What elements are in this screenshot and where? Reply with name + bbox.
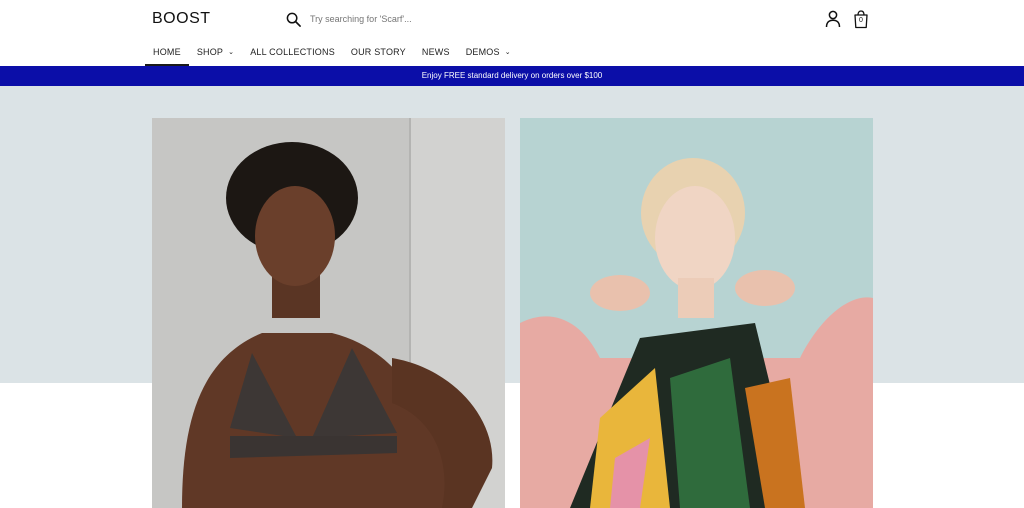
nav-shop-label: SHOP: [196, 47, 224, 57]
collection-tile-swimwear[interactable]: [152, 118, 505, 508]
nav-home[interactable]: HOME: [145, 44, 189, 66]
nav-our-story-label: OUR STORY: [350, 47, 406, 57]
chevron-down-icon: ⌄: [228, 49, 235, 56]
search-bar[interactable]: [286, 9, 560, 29]
site-logo[interactable]: BOOST: [152, 10, 211, 28]
nav-all-collections[interactable]: ALL COLLECTIONS: [242, 44, 343, 66]
nav-home-label: HOME: [153, 47, 181, 57]
nav-demos-label: DEMOS: [465, 47, 500, 57]
announcement-bar: Enjoy FREE standard delivery on orders o…: [0, 66, 1024, 86]
cart-button[interactable]: 0: [853, 10, 869, 29]
nav-news[interactable]: NEWS: [414, 44, 458, 66]
main-nav: HOME SHOP ⌄ ALL COLLECTIONS OUR STORY NEW…: [145, 44, 519, 66]
nav-all-collections-label: ALL COLLECTIONS: [250, 47, 335, 57]
cart-count: 0: [859, 17, 863, 24]
nav-demos[interactable]: DEMOS ⌄: [458, 44, 519, 66]
model-scarf-image: [520, 118, 873, 508]
nav-our-story[interactable]: OUR STORY: [343, 44, 414, 66]
chevron-down-icon: ⌄: [504, 49, 511, 56]
collection-tile-scarves[interactable]: [520, 118, 873, 508]
model-bikini-image: [152, 118, 505, 508]
nav-news-label: NEWS: [421, 47, 450, 57]
nav-shop[interactable]: SHOP ⌄: [189, 44, 242, 66]
search-input[interactable]: [310, 14, 560, 24]
site-header: BOOST 0 HOME SHOP ⌄ ALL COLLECTIONS OUR S…: [0, 0, 1024, 66]
account-icon[interactable]: [825, 10, 841, 28]
search-icon[interactable]: [286, 12, 301, 27]
